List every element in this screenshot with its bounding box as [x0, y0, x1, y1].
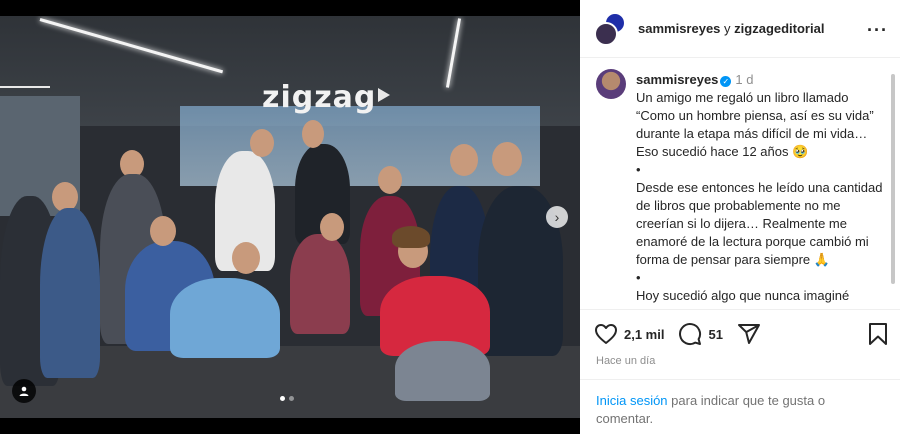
post-actions: 2,1 mil 51 Hace un día — [580, 309, 900, 379]
user-tag-icon — [19, 386, 29, 396]
post-photo[interactable]: zigzag › — [0, 16, 580, 418]
save-button[interactable] — [868, 322, 888, 351]
caption-scrollbar[interactable] — [891, 74, 895, 284]
photo-person-head — [320, 213, 344, 241]
bookmark-icon — [869, 323, 887, 345]
action-row: 2,1 mil 51 — [594, 322, 775, 346]
caption-timestamp[interactable]: 1 d — [735, 72, 753, 87]
photo-person — [290, 234, 350, 334]
caption-bullet: • — [636, 270, 641, 285]
author-link[interactable]: sammisreyes — [638, 21, 720, 36]
like-button[interactable]: 2,1 mil — [594, 323, 664, 345]
photo-person-head — [232, 242, 260, 274]
authors-connector: y — [724, 21, 731, 36]
photo-person-head — [492, 142, 522, 176]
login-link[interactable]: Inicia sesión — [596, 393, 668, 408]
carousel-indicator — [280, 396, 294, 401]
more-horizontal-icon: ··· — [867, 20, 888, 40]
photo-person — [395, 341, 490, 401]
carousel-dot — [289, 396, 294, 401]
avatar[interactable] — [596, 69, 626, 99]
caption-bullet: • — [636, 162, 641, 177]
photo-sign-text: zigzag — [262, 80, 377, 115]
next-slide-button[interactable]: › — [546, 206, 568, 228]
user-tags-button[interactable] — [12, 379, 36, 403]
post-authors: sammisreyes y zigzageditorial — [638, 21, 824, 36]
verified-badge-icon: ✓ — [720, 76, 732, 87]
comment-count[interactable]: 51 — [708, 327, 722, 342]
author-link[interactable]: zigzageditorial — [734, 21, 824, 36]
caption-text: sammisreyes ✓ 1 d Un amigo me regaló un li… — [636, 71, 884, 305]
posted-time[interactable]: Hace un día — [596, 355, 655, 367]
photo-light-strip — [0, 86, 50, 88]
share-button[interactable] — [737, 322, 761, 346]
caption-section: sammisreyes ✓ 1 d Un amigo me regaló un li… — [580, 59, 900, 309]
caption-paragraph: Un amigo me regaló un libro llamado “Com… — [636, 90, 874, 159]
caption-paragraph: Hoy sucedió algo que nunca imaginé — [636, 288, 850, 303]
carousel-dot-active — [280, 396, 285, 401]
photo-person-head — [302, 120, 324, 148]
login-prompt: Inicia sesión para indicar que te gusta … — [580, 379, 900, 434]
comment-button[interactable]: 51 — [678, 322, 723, 346]
photo-person-head — [150, 216, 176, 246]
share-icon — [737, 324, 760, 344]
heart-icon — [595, 324, 617, 344]
chevron-right-icon: › — [554, 209, 560, 225]
collab-avatars[interactable] — [594, 11, 628, 46]
like-count[interactable]: 2,1 mil — [624, 327, 664, 342]
comment-icon — [679, 323, 702, 346]
photo-person — [170, 278, 280, 358]
more-options-button[interactable]: ··· — [867, 20, 888, 41]
photo-person-hair — [392, 226, 430, 248]
post-side-panel: sammisreyes y zigzageditorial ··· sammis… — [580, 0, 900, 434]
post-header: sammisreyes y zigzageditorial ··· — [580, 0, 900, 58]
photo-person-head — [250, 129, 274, 157]
photo-person-head — [378, 166, 402, 194]
photo-person-head — [450, 144, 478, 176]
caption-paragraph: Desde ese entonces he leído una cantidad… — [636, 180, 883, 267]
caption-username[interactable]: sammisreyes — [636, 72, 718, 87]
avatar[interactable] — [594, 21, 618, 46]
photo-person — [40, 208, 100, 378]
bottom-black-bar — [0, 418, 580, 434]
